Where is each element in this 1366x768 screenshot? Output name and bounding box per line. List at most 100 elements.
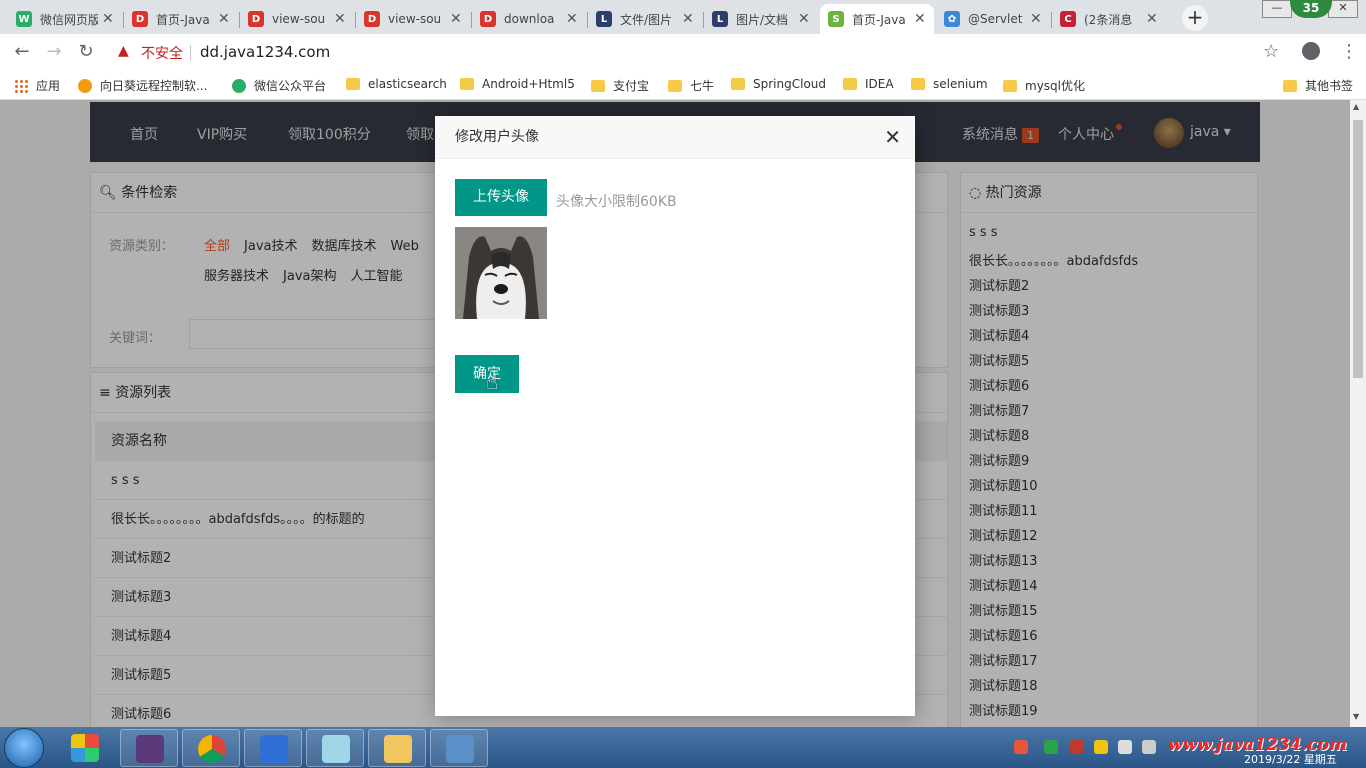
chrome-icon — [198, 735, 226, 763]
bookmark-item[interactable]: mysql优化 — [1003, 77, 1085, 94]
profile-icon[interactable] — [1302, 42, 1320, 60]
page-scrollbar[interactable]: ▲ ▼ — [1350, 100, 1366, 727]
display-icon[interactable] — [1142, 740, 1156, 754]
tab-favicon-icon: W — [16, 11, 32, 27]
bookmark-favicon-icon — [232, 78, 246, 93]
size-limit-hint: 头像大小限制60KB — [556, 194, 677, 210]
forward-icon[interactable]: → — [42, 40, 66, 64]
sogou-icon[interactable] — [1014, 740, 1028, 754]
taskbar-app-chrome[interactable] — [182, 729, 240, 767]
taskbar-app-360[interactable] — [56, 729, 114, 767]
bookmark-item[interactable]: 支付宝 — [591, 77, 649, 94]
tab-label: view-sou — [388, 12, 442, 26]
app-360-icon — [71, 734, 99, 762]
folder-icon — [731, 78, 745, 90]
folder-icon — [591, 79, 605, 92]
tab-label: 图片/文档 — [736, 12, 789, 27]
browser-tab[interactable]: D 首页-Java ✕ — [124, 4, 238, 34]
scroll-thumb[interactable] — [1353, 120, 1363, 378]
other-bookmarks[interactable]: 其他书签 — [1283, 77, 1353, 94]
other-bookmarks-label: 其他书签 — [1305, 79, 1354, 93]
tab-close-icon[interactable]: ✕ — [798, 11, 810, 27]
close-window-button[interactable]: ✕ — [1328, 0, 1358, 18]
browser-tab[interactable]: Dview-sou ✕ — [240, 4, 354, 34]
folder-icon — [911, 78, 925, 90]
bookmark-item[interactable]: selenium — [911, 77, 988, 91]
tab-close-icon[interactable]: ✕ — [1030, 11, 1042, 27]
bookmark-label: 应用 — [36, 79, 61, 93]
tab-close-icon[interactable]: ✕ — [1146, 11, 1158, 27]
browser-tab[interactable]: L 文件/图片 ✕ — [588, 4, 702, 34]
bookmark-label: selenium — [933, 77, 988, 91]
upload-avatar-button[interactable]: 上传头像 — [455, 179, 547, 216]
antivirus-icon[interactable] — [1070, 740, 1084, 754]
browser-tab[interactable]: ✿ @Servlet ✕ — [936, 4, 1050, 34]
tab-close-icon[interactable]: ✕ — [450, 11, 462, 27]
dialog-title: 修改用户头像 — [435, 116, 915, 159]
bookmark-label: 微信公众平台 — [254, 79, 327, 93]
security-label[interactable]: 不安全 — [141, 43, 183, 63]
tab-label: downloa — [504, 12, 555, 26]
url-input[interactable]: dd.java1234.com — [200, 43, 330, 61]
tab-close-icon[interactable]: ✕ — [334, 11, 346, 27]
folder-icon — [460, 78, 474, 90]
bookmark-item[interactable]: 七牛 — [668, 77, 714, 94]
tab-favicon-icon: D — [132, 11, 148, 27]
folder-icon — [1283, 79, 1297, 92]
browser-tab[interactable]: Ddownloa ✕ — [472, 4, 586, 34]
scroll-down-icon[interactable]: ▼ — [1353, 712, 1359, 721]
folder-icon — [668, 79, 682, 92]
network-icon[interactable] — [1118, 740, 1132, 754]
tab-close-icon[interactable]: ✕ — [566, 11, 578, 27]
address-bar: ← → ↻ ▲ 不安全 dd.java1234.com ☆ ⋮ — [0, 34, 1366, 70]
tab-favicon-icon: D — [364, 11, 380, 27]
shield-icon[interactable] — [1044, 740, 1058, 754]
browser-tab[interactable]: W 微信网页版 ✕ — [8, 4, 122, 34]
tab-close-icon[interactable]: ✕ — [218, 11, 230, 27]
taskbar-app-wps[interactable] — [244, 729, 302, 767]
browser-tab-bar: + — ✕ 35 W 微信网页版 ✕ D 首页-Java ✕ Dview-sou ✕ Dview… — [0, 0, 1366, 34]
browser-tab[interactable]: Dview-sou ✕ — [356, 4, 470, 34]
bookmark-item[interactable]: 向日葵远程控制软... — [78, 77, 207, 94]
tab-close-icon[interactable]: ✕ — [682, 11, 694, 27]
bookmark-item[interactable]: elasticsearch — [346, 77, 447, 91]
tab-label: 首页-Java — [156, 12, 210, 27]
notepad-icon — [322, 735, 350, 763]
reload-icon[interactable]: ↻ — [74, 40, 98, 64]
start-button[interactable] — [4, 728, 44, 768]
scroll-up-icon[interactable]: ▲ — [1353, 102, 1359, 111]
wps-icon — [260, 735, 288, 763]
bookmark-item[interactable]: SpringCloud — [731, 77, 826, 91]
menu-icon[interactable]: ⋮ — [1340, 41, 1358, 62]
taskbar-app-explorer[interactable] — [368, 729, 426, 767]
dolphin-icon — [446, 735, 474, 763]
browser-tab[interactable]: C (2条消息 ✕ — [1052, 4, 1166, 34]
bookmark-item[interactable]: 微信公众平台 — [232, 77, 326, 94]
bookmark-star-icon[interactable]: ☆ — [1263, 41, 1279, 62]
new-tab-button[interactable]: + — [1182, 5, 1208, 31]
hand-cursor-icon: ☝ — [486, 370, 499, 394]
tab-close-icon[interactable]: ✕ — [102, 11, 114, 27]
tab-label: (2条消息 — [1084, 12, 1133, 27]
taskbar-app-javaee[interactable] — [120, 729, 178, 767]
bookmark-label: Android+Html5 — [482, 77, 575, 91]
bookmark-label: mysql优化 — [1025, 79, 1085, 93]
taskbar-clock[interactable]: 2019/3/22 星期五 — [1244, 751, 1337, 767]
url-divider — [190, 45, 191, 61]
minimize-button[interactable]: — — [1262, 0, 1292, 18]
bookmark-label: 七牛 — [690, 79, 715, 93]
taskbar-app-mysql[interactable] — [430, 729, 488, 767]
tray-plus-icon[interactable] — [1094, 740, 1108, 754]
close-icon[interactable]: ✕ — [884, 126, 901, 148]
back-icon[interactable]: ← — [10, 40, 34, 64]
bookmark-item[interactable]: IDEA — [843, 77, 894, 91]
bookmark-item[interactable]: 应用 — [14, 77, 60, 94]
taskbar-app-editor[interactable] — [306, 729, 364, 767]
bookmark-item[interactable]: Android+Html5 — [460, 77, 575, 91]
browser-tab[interactable]: L 图片/文档 ✕ — [704, 4, 818, 34]
bookmarks-bar: 其他书签 应用 向日葵远程控制软... 微信公众平台 elasticsearch And… — [0, 70, 1366, 100]
warning-icon[interactable]: ▲ — [118, 43, 129, 59]
tab-close-icon[interactable]: ✕ — [914, 11, 926, 27]
browser-tab[interactable]: S 首页-Java ✕ — [820, 4, 934, 34]
tab-label: view-sou — [272, 12, 326, 26]
